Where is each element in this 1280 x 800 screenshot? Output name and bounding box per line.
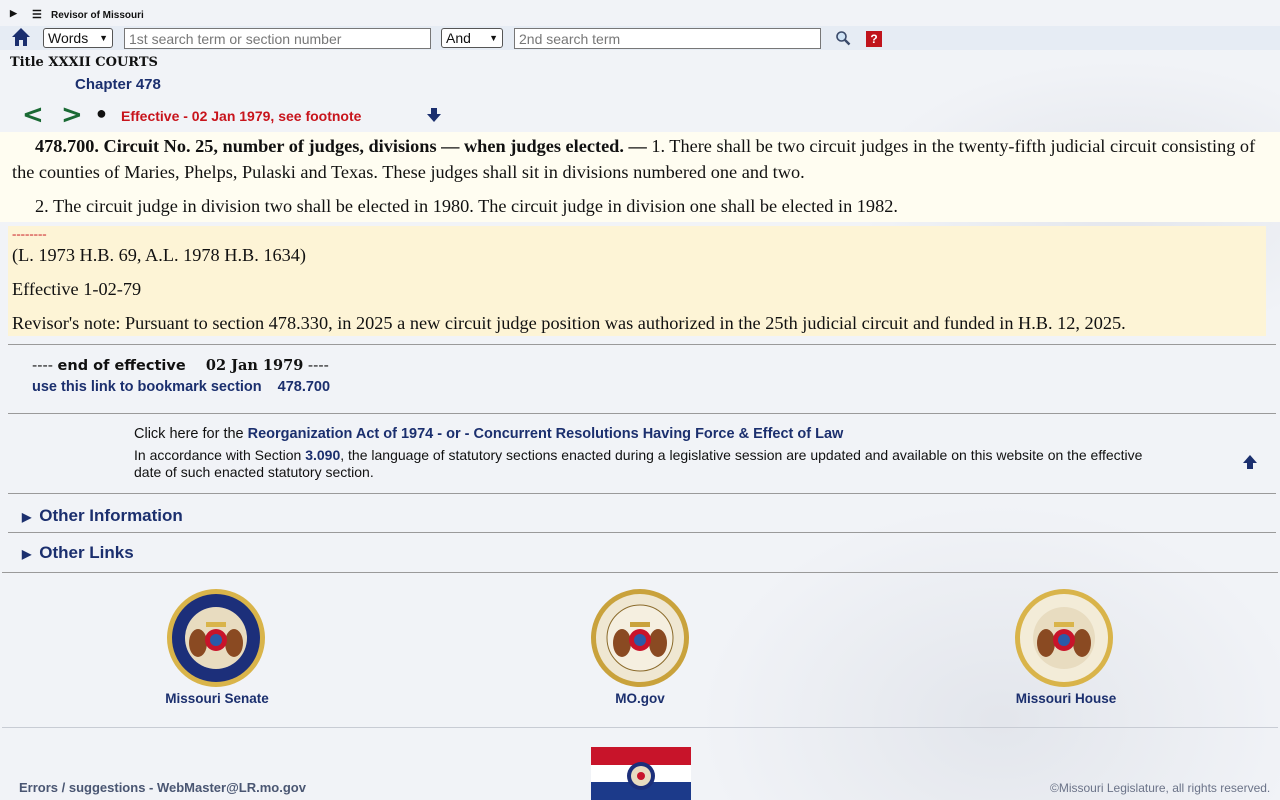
house-seal-icon[interactable]	[1014, 588, 1114, 688]
chevron-down-icon: ▼	[489, 33, 498, 43]
bookmark-label: use this link to bookmark section	[32, 379, 262, 395]
site-title[interactable]: Revisor of Missouri	[51, 10, 144, 21]
senate-link[interactable]: Missouri Senate	[117, 691, 317, 706]
expand-triangle-icon[interactable]: ▶	[10, 8, 17, 19]
expand-triangle-icon: ▶	[22, 510, 32, 524]
title-breadcrumb: Title XXXII COURTS	[10, 55, 158, 70]
section-3090-link[interactable]: 3.090	[305, 447, 340, 463]
divider	[8, 532, 1276, 533]
top-bar: ▶ ☰ Revisor of Missouri	[0, 8, 1280, 24]
copyright-notice: ©Missouri Legislature, all rights reserv…	[1050, 781, 1271, 795]
expand-triangle-icon: ▶	[22, 547, 32, 561]
divider	[8, 344, 1276, 345]
arrow-up-icon[interactable]	[1242, 454, 1258, 470]
next-section-button[interactable]: >	[61, 100, 83, 130]
end-of-effective: ---- end of effective 02 Jan 1979 ----	[32, 357, 329, 374]
divider	[8, 413, 1276, 414]
search-operator-select[interactable]: And ▼	[441, 28, 503, 48]
revisors-note: Revisor's note: Pursuant to section 478.…	[12, 313, 1126, 333]
senate-seal-icon[interactable]	[166, 588, 266, 688]
chevron-down-icon: ▼	[99, 33, 108, 43]
other-information-toggle[interactable]: ▶ Other Information	[22, 506, 183, 526]
section-heading: 478.700. Circuit No. 25, number of judge…	[35, 136, 647, 156]
errors-suggestions-link[interactable]: Errors / suggestions - WebMaster@LR.mo.g…	[19, 780, 306, 795]
other-links-toggle[interactable]: ▶ Other Links	[22, 543, 134, 563]
statute-text: 478.700. Circuit No. 25, number of judge…	[0, 132, 1280, 222]
help-icon[interactable]: ?	[866, 31, 882, 47]
history-footnote: -------- (L. 1973 H.B. 69, A.L. 1978 H.B…	[8, 226, 1266, 336]
house-link[interactable]: Missouri House	[966, 691, 1166, 706]
footnote-divider: --------	[12, 226, 47, 241]
search-operator-value: And	[446, 30, 471, 46]
chapter-link[interactable]: Chapter 478	[75, 76, 161, 93]
search-mode-select[interactable]: Words ▼	[43, 28, 113, 48]
search-bar: Words ▼ And ▼ ?	[0, 26, 1280, 50]
arrow-down-icon[interactable]	[426, 107, 442, 123]
info-block: Click here for the Reorganization Act of…	[134, 426, 1164, 481]
hamburger-menu-icon[interactable]: ☰	[32, 8, 42, 21]
mo-gov-link[interactable]: MO.gov	[540, 691, 740, 706]
concurrent-resolutions-link[interactable]: Concurrent Resolutions Having Force & Ef…	[474, 426, 844, 442]
statute-paragraph-1: 478.700. Circuit No. 25, number of judge…	[0, 133, 1280, 185]
previous-section-button[interactable]: <	[22, 100, 44, 130]
effective-footnote-link[interactable]: Effective - 02 Jan 1979, see footnote	[121, 108, 361, 124]
section-nav: < > ● Effective - 02 Jan 1979, see footn…	[0, 100, 1280, 130]
reorganization-line: Click here for the Reorganization Act of…	[134, 426, 844, 442]
divider	[2, 572, 1278, 573]
divider	[2, 727, 1278, 728]
search-term2-input[interactable]	[514, 28, 821, 49]
state-seal-icon[interactable]	[590, 588, 690, 688]
history-source: (L. 1973 H.B. 69, A.L. 1978 H.B. 1634)	[12, 245, 307, 265]
divider	[8, 493, 1276, 494]
missouri-flag-icon	[591, 747, 691, 800]
home-icon[interactable]	[11, 27, 31, 47]
statute-subsection-2: 2. The circuit judge in division two sha…	[35, 196, 898, 216]
bookmark-section-number: 478.700	[277, 379, 331, 395]
history-effective: Effective 1-02-79	[12, 279, 142, 299]
search-icon[interactable]	[835, 30, 851, 46]
reorganization-act-link[interactable]: Reorganization Act of 1974	[248, 426, 434, 442]
search-term1-input[interactable]	[124, 28, 431, 49]
bullet-icon: ●	[96, 103, 107, 123]
accordance-note: In accordance with Section 3.090, the la…	[134, 447, 1143, 480]
bookmark-link[interactable]: use this link to bookmark section 478.700	[32, 379, 330, 395]
search-mode-value: Words	[48, 30, 89, 46]
